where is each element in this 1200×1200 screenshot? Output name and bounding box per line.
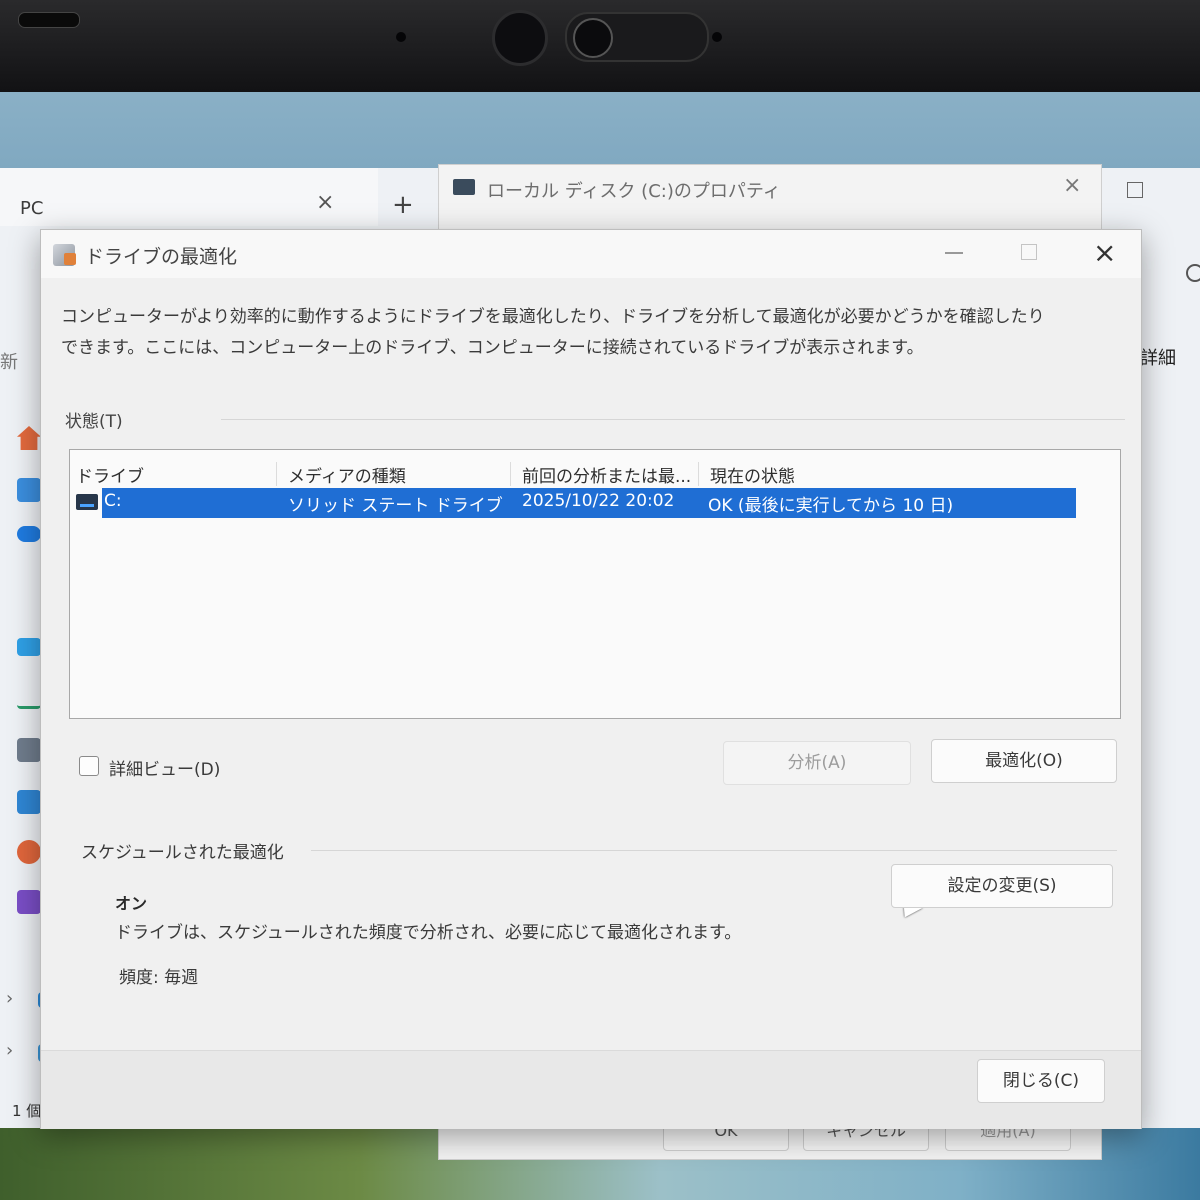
onedrive-icon[interactable] — [17, 526, 41, 542]
videos-icon[interactable] — [17, 890, 41, 914]
drive-cell: C: — [104, 491, 122, 511]
drive-list[interactable]: ドライブ メディアの種類 前回の分析または最... 現在の状態 C: ソリッド … — [69, 449, 1121, 918]
new-tab-icon[interactable]: + — [392, 190, 414, 220]
pictures-icon[interactable] — [17, 790, 41, 814]
dialog-title: ドライブの最適化 — [85, 246, 238, 268]
column-separator[interactable] — [698, 462, 699, 486]
status-section-label: 状態(T) — [65, 412, 123, 432]
dialog-footer: 閉じる(C) — [41, 1050, 1141, 1129]
optimize-drives-dialog: ドライブの最適化 × コンピューターがより効率的に動作するようにドライブを最適化… — [40, 229, 1142, 1129]
laptop-bezel — [0, 0, 1200, 92]
close-button[interactable]: 閉じる(C) — [977, 1059, 1105, 1103]
title-bar[interactable]: ドライブの最適化 × — [41, 230, 1141, 278]
window-title: ローカル ディスク (C:)のプロパティ — [487, 181, 781, 202]
explorer-tab[interactable]: PC × — [0, 168, 378, 226]
home-icon[interactable] — [17, 426, 41, 450]
defrag-icon — [53, 244, 76, 266]
column-header-last-run[interactable]: 前回の分析または最... — [522, 462, 691, 487]
current-status-cell: OK (最後に実行してから 10 日) — [708, 496, 954, 516]
chevron-right-icon[interactable]: › — [6, 1040, 13, 1061]
sensor-dot — [712, 32, 722, 42]
analyze-button[interactable]: 分析(A) — [723, 741, 911, 785]
tab-title: PC — [20, 198, 44, 219]
camera-lens-icon — [573, 18, 613, 58]
column-header-current-status[interactable]: 現在の状態 — [710, 462, 795, 487]
media-type-cell: ソリッド ステート ドライブ — [288, 496, 503, 516]
column-separator[interactable] — [276, 462, 277, 486]
divider — [221, 419, 1125, 420]
maximize-icon[interactable] — [1127, 182, 1143, 198]
table-row[interactable]: C: ソリッド ステート ドライブ 2025/10/22 20:02 OK (最… — [102, 488, 1076, 518]
column-separator[interactable] — [510, 462, 511, 486]
new-button-fragment[interactable]: 新 — [0, 348, 18, 374]
search-icon[interactable] — [1186, 264, 1200, 282]
chevron-right-icon[interactable]: › — [6, 988, 13, 1009]
last-run-cell: 2025/10/22 20:02 — [522, 491, 675, 511]
camera-privacy-shutter — [565, 12, 709, 62]
camera-lens — [492, 10, 548, 66]
optimize-button[interactable]: 最適化(O) — [931, 739, 1117, 783]
music-icon[interactable] — [17, 840, 41, 864]
downloads-icon[interactable] — [17, 688, 41, 709]
schedule-description: ドライブは、スケジュールされた頻度で分析され、必要に応じて最適化されます。 — [115, 923, 742, 943]
detail-view-label[interactable]: 詳細ビュー(D) — [109, 755, 220, 780]
detail-view-checkbox[interactable] — [79, 756, 99, 776]
desktop-folder-icon[interactable] — [17, 638, 41, 656]
schedule-frequency: 頻度: 毎週 — [119, 968, 199, 988]
tab-close-icon[interactable]: × — [316, 190, 334, 215]
bezel-slot — [18, 12, 80, 28]
close-icon[interactable]: × — [1093, 236, 1116, 269]
details-button-fragment[interactable]: 詳細 — [1140, 344, 1176, 370]
drive-icon — [453, 179, 475, 195]
documents-icon[interactable] — [17, 738, 41, 762]
sensor-dot — [396, 32, 406, 42]
close-icon[interactable]: × — [1063, 173, 1081, 198]
scheduled-optimization-heading: スケジュールされた最適化 — [81, 843, 284, 863]
dialog-description: コンピューターがより効率的に動作するようにドライブを最適化したり、ドライブを分析… — [61, 307, 1045, 358]
change-settings-button[interactable]: 設定の変更(S) — [891, 864, 1113, 908]
column-header-media-type[interactable]: メディアの種類 — [288, 462, 406, 487]
column-header-drive[interactable]: ドライブ — [76, 462, 144, 487]
minimize-icon[interactable] — [945, 252, 963, 254]
maximize-icon — [1021, 244, 1037, 260]
gallery-icon[interactable] — [17, 478, 41, 502]
schedule-state: オン — [115, 894, 148, 913]
drive-icon — [76, 494, 98, 510]
divider — [311, 850, 1117, 851]
